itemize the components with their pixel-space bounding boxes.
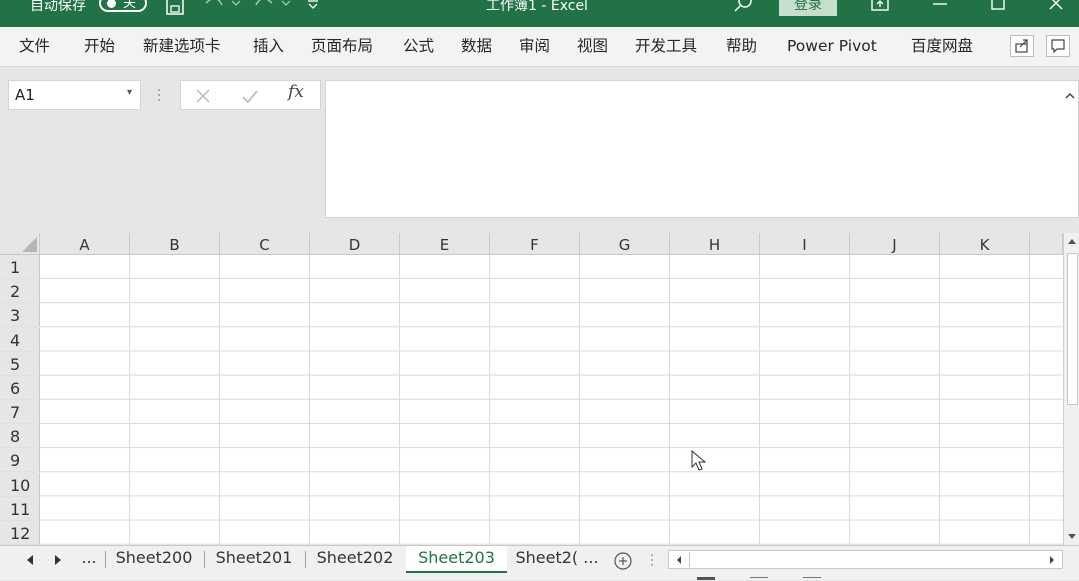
cancel-icon[interactable] (195, 88, 211, 104)
drag-handle-icon[interactable] (154, 87, 164, 103)
next-sheet-icon[interactable] (53, 554, 63, 566)
tab-data[interactable]: 数据 (461, 27, 492, 66)
status-bar (0, 573, 1079, 580)
row-header-6[interactable]: 6 (0, 376, 40, 400)
tab-formulas[interactable]: 公式 (403, 27, 434, 66)
tab-help[interactable]: 帮助 (726, 27, 757, 66)
tab-review[interactable]: 审阅 (519, 27, 550, 66)
customize-toolbar-icon[interactable] (306, 0, 320, 12)
share-icon (1015, 39, 1028, 53)
redo-icon[interactable] (252, 0, 292, 15)
row-header-4[interactable]: 4 (0, 328, 40, 352)
name-box-value: A1 (15, 86, 35, 104)
row-header-7[interactable]: 7 (0, 400, 40, 424)
sheet-tab-truncated[interactable]: Sheet2( ... (509, 546, 605, 573)
autosave-state: 关 (123, 0, 137, 11)
ribbon-tab-bar: 文件 开始 新建选项卡 插入 页面布局 公式 数据 审阅 视图 开发工具 帮助 … (0, 27, 1079, 67)
sheet-tab-200[interactable]: Sheet200 (106, 546, 202, 573)
select-all-corner[interactable] (0, 233, 40, 255)
tab-home[interactable]: 开始 (84, 27, 115, 66)
sheet-tab-201[interactable]: Sheet201 (205, 546, 303, 573)
select-all-icon (22, 237, 37, 252)
scroll-up-icon[interactable] (1066, 237, 1078, 247)
column-header-j[interactable]: J (850, 233, 940, 255)
column-header-partial[interactable] (1030, 233, 1063, 255)
sheet-tab-203-active[interactable]: Sheet203 (406, 546, 507, 573)
tab-power-pivot[interactable]: Power Pivot (787, 27, 877, 66)
undo-icon[interactable] (202, 0, 242, 15)
column-header-c[interactable]: C (220, 233, 310, 255)
worksheet-grid: A B C D E F G H I J K 1 2 3 4 5 6 7 8 9 … (0, 233, 1079, 545)
collapse-formula-icon[interactable] (1064, 91, 1076, 101)
ribbon-display-icon[interactable] (870, 0, 890, 14)
column-header-e[interactable]: E (400, 233, 490, 255)
login-button[interactable]: 登录 (779, 0, 837, 16)
row-header-2[interactable]: 2 (0, 279, 40, 303)
column-header-h[interactable]: H (670, 233, 760, 255)
sheet-tab-202[interactable]: Sheet202 (306, 546, 404, 573)
tab-page-layout[interactable]: 页面布局 (311, 27, 373, 66)
add-sheet-icon[interactable] (613, 551, 633, 571)
sheet-ellipsis[interactable]: ... (78, 546, 100, 573)
share-button[interactable] (1010, 35, 1034, 57)
column-header-f[interactable]: F (490, 233, 580, 255)
column-header-d[interactable]: D (310, 233, 400, 255)
tab-baidu-netdisk[interactable]: 百度网盘 (911, 27, 973, 66)
column-header-i[interactable]: I (760, 233, 850, 255)
search-icon[interactable] (733, 0, 753, 14)
title-bar: 自动保存 关 工作簿1 - Excel 登录 (0, 0, 1079, 27)
page-layout-view-icon[interactable] (750, 577, 768, 581)
scroll-left-icon[interactable] (674, 554, 684, 566)
vertical-scrollbar[interactable] (1063, 233, 1079, 545)
row-header-10[interactable]: 10 (0, 473, 40, 497)
splitter-handle-icon[interactable] (648, 552, 656, 568)
tab-view[interactable]: 视图 (577, 27, 608, 66)
row-header-5[interactable]: 5 (0, 352, 40, 376)
maximize-icon[interactable] (988, 0, 1008, 14)
chevron-down-icon[interactable]: ▾ (127, 87, 132, 98)
column-header-g[interactable]: G (580, 233, 670, 255)
comment-icon (1051, 39, 1065, 54)
vertical-scroll-thumb[interactable] (1067, 253, 1078, 405)
tab-developer[interactable]: 开发工具 (635, 27, 697, 66)
close-icon[interactable] (1046, 0, 1066, 14)
formula-buttons: fx (180, 80, 321, 110)
horizontal-scrollbar[interactable] (668, 550, 1063, 569)
document-title: 工作簿1 - Excel (486, 0, 588, 14)
column-header-a[interactable]: A (40, 233, 130, 255)
toggle-knob (107, 0, 116, 8)
autosave-label: 自动保存 (30, 0, 86, 14)
tab-insert[interactable]: 插入 (253, 27, 284, 66)
row-header-3[interactable]: 3 (0, 303, 40, 327)
tab-file[interactable]: 文件 (19, 27, 50, 66)
horizontal-scroll-thumb[interactable] (689, 552, 1010, 567)
minimize-icon[interactable] (930, 0, 950, 14)
sheet-tab-bar: ... Sheet200 Sheet201 Sheet202 Sheet203 … (0, 545, 1079, 573)
formula-area: A1 ▾ fx (0, 67, 1079, 233)
autosave-toggle[interactable]: 关 (99, 0, 147, 12)
name-box[interactable]: A1 ▾ (8, 80, 141, 110)
save-icon[interactable] (165, 0, 185, 17)
insert-function-icon[interactable]: fx (288, 82, 304, 102)
column-header-b[interactable]: B (130, 233, 220, 255)
row-header-8[interactable]: 8 (0, 424, 40, 448)
scroll-right-icon[interactable] (1047, 554, 1057, 566)
tab-new-tab[interactable]: 新建选项卡 (143, 27, 221, 66)
prev-sheet-icon[interactable] (25, 554, 35, 566)
formula-input[interactable] (325, 80, 1079, 218)
row-header-11[interactable]: 11 (0, 497, 40, 521)
row-header-9[interactable]: 9 (0, 448, 40, 472)
page-break-view-icon[interactable] (803, 577, 821, 581)
row-header-1[interactable]: 1 (0, 255, 40, 279)
comments-button[interactable] (1046, 35, 1070, 57)
enter-check-icon[interactable] (241, 88, 259, 104)
scroll-down-icon[interactable] (1066, 531, 1078, 541)
row-header-12[interactable]: 12 (0, 521, 40, 545)
cell-area[interactable] (40, 255, 1063, 545)
mouse-cursor-icon (691, 449, 707, 471)
column-header-k[interactable]: K (940, 233, 1030, 255)
